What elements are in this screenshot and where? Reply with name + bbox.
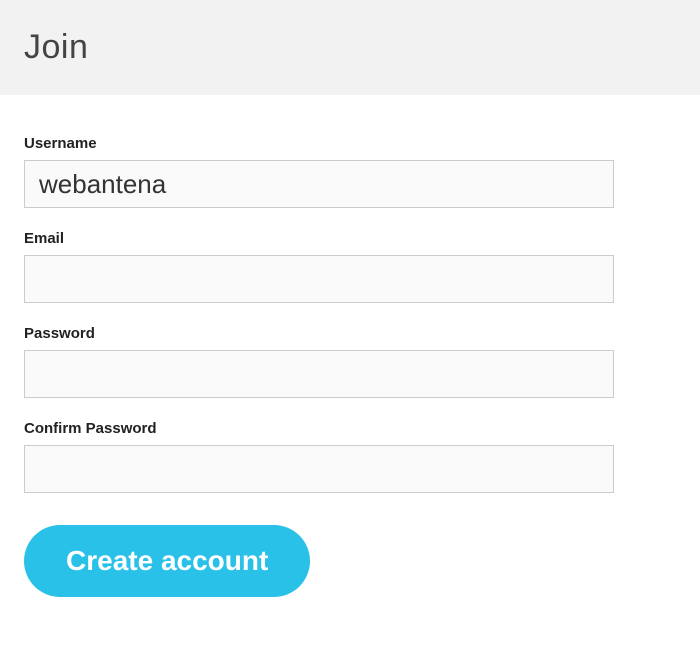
email-label: Email [24,230,676,247]
join-form: Username Email Password Confirm Password… [0,95,700,621]
confirm-password-group: Confirm Password [24,420,676,493]
confirm-password-label: Confirm Password [24,420,676,437]
username-group: Username [24,135,676,208]
username-label: Username [24,135,676,152]
page-title: Join [24,28,676,67]
username-input[interactable] [24,160,614,208]
email-input[interactable] [24,255,614,303]
page-header: Join [0,0,700,95]
email-group: Email [24,230,676,303]
password-label: Password [24,325,676,342]
create-account-button[interactable]: Create account [24,525,310,597]
password-input[interactable] [24,350,614,398]
confirm-password-input[interactable] [24,445,614,493]
password-group: Password [24,325,676,398]
